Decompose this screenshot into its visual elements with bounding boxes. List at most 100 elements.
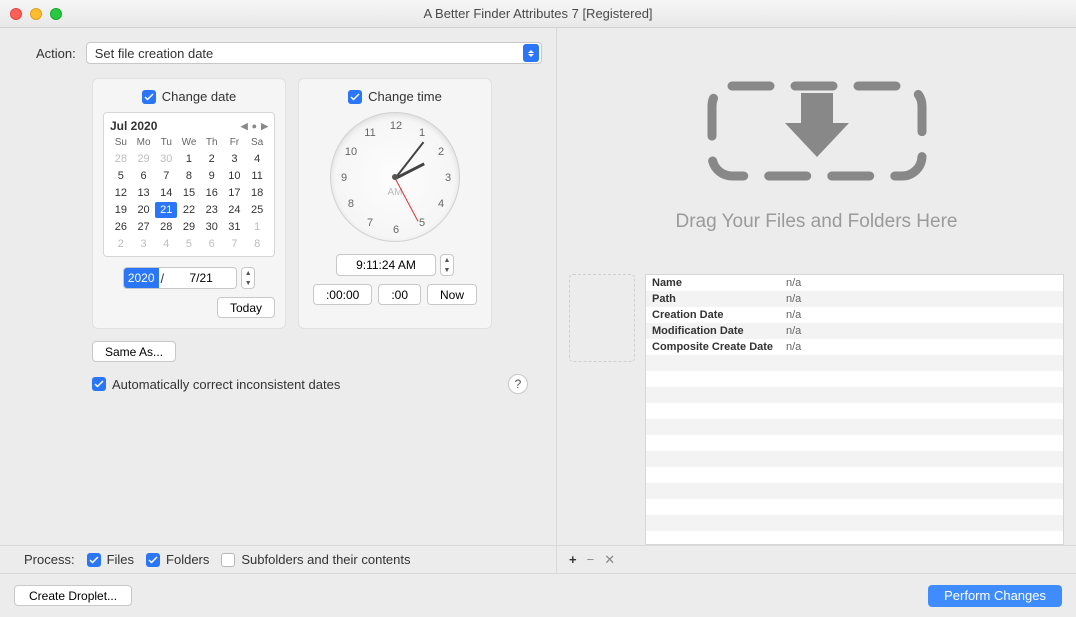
analog-clock[interactable]: AM 121234567891011	[330, 112, 460, 242]
now-button[interactable]: Now	[427, 284, 477, 305]
year-field[interactable]: 2020	[124, 268, 159, 288]
info-row-empty	[646, 451, 1063, 467]
calendar-day[interactable]: 4	[246, 151, 268, 167]
calendar-day[interactable]: 13	[133, 185, 155, 201]
change-time-checkbox[interactable]	[348, 90, 362, 104]
calendar-day[interactable]: 14	[155, 185, 177, 201]
calendar-day[interactable]: 8	[246, 236, 268, 252]
calendar-day[interactable]: 29	[178, 219, 200, 235]
action-select[interactable]: Set file creation date	[86, 42, 542, 64]
info-row-empty	[646, 355, 1063, 371]
info-row-empty	[646, 419, 1063, 435]
window-title: A Better Finder Attributes 7 [Registered…	[423, 6, 652, 21]
info-value: n/a	[786, 325, 801, 337]
info-row: Modification Daten/a	[646, 323, 1063, 339]
calendar-day[interactable]: 2	[110, 236, 132, 252]
calendar-day[interactable]: 18	[246, 185, 268, 201]
process-subfolders-checkbox[interactable]	[221, 553, 235, 567]
cal-prev-icon[interactable]: ◀	[241, 121, 248, 132]
clock-number: 10	[345, 146, 357, 158]
file-info-table: Namen/aPathn/aCreation Daten/aModificati…	[645, 274, 1064, 545]
change-date-panel: Change date Jul 2020 ◀ ● ▶ SuMoTuWeThFrS…	[92, 78, 286, 329]
close-icon[interactable]	[10, 8, 22, 20]
calendar-day[interactable]: 21	[155, 202, 177, 218]
process-files-checkbox[interactable]	[87, 553, 101, 567]
info-row-empty	[646, 483, 1063, 499]
calendar-day[interactable]: 4	[155, 236, 177, 252]
calendar-day[interactable]: 27	[133, 219, 155, 235]
calendar-day[interactable]: 8	[178, 168, 200, 184]
drop-zone[interactable]: Drag Your Files and Folders Here	[557, 28, 1076, 266]
calendar-day[interactable]: 20	[133, 202, 155, 218]
help-button[interactable]: ?	[508, 374, 528, 394]
calendar-day[interactable]: 7	[155, 168, 177, 184]
calendar-day[interactable]: 30	[201, 219, 223, 235]
date-stepper[interactable]: ▲▼	[241, 267, 255, 289]
info-key: Creation Date	[646, 309, 786, 321]
calendar-day[interactable]: 26	[110, 219, 132, 235]
file-thumbnail	[569, 274, 635, 362]
calendar-day[interactable]: 23	[201, 202, 223, 218]
clock-number: 1	[419, 127, 425, 139]
calendar-day[interactable]: 3	[133, 236, 155, 252]
calendar-day[interactable]: 16	[201, 185, 223, 201]
time-input[interactable]	[336, 254, 436, 276]
calendar-day[interactable]: 1	[246, 219, 268, 235]
calendar-day[interactable]: 29	[133, 151, 155, 167]
calendar-day[interactable]: 28	[155, 219, 177, 235]
calendar-day[interactable]: 1	[178, 151, 200, 167]
calendar-day[interactable]: 7	[224, 236, 246, 252]
remove-file-button[interactable]: −	[587, 552, 595, 567]
create-droplet-button[interactable]: Create Droplet...	[14, 585, 132, 606]
info-row-empty	[646, 435, 1063, 451]
process-folders-checkbox[interactable]	[146, 553, 160, 567]
clock-number: 11	[364, 127, 375, 139]
calendar-day[interactable]: 10	[224, 168, 246, 184]
info-value: n/a	[786, 277, 801, 289]
change-date-checkbox[interactable]	[142, 90, 156, 104]
calendar-day[interactable]: 30	[155, 151, 177, 167]
info-row-empty	[646, 387, 1063, 403]
calendar-day[interactable]: 19	[110, 202, 132, 218]
clock-number: 2	[438, 146, 444, 158]
calendar-day[interactable]: 9	[201, 168, 223, 184]
calendar-day[interactable]: 3	[224, 151, 246, 167]
perform-changes-button[interactable]: Perform Changes	[928, 585, 1062, 607]
calendar-day[interactable]: 17	[224, 185, 246, 201]
auto-correct-checkbox[interactable]	[92, 377, 106, 391]
calendar-dow: We	[178, 135, 200, 150]
calendar[interactable]: Jul 2020 ◀ ● ▶ SuMoTuWeThFrSa28293012345…	[103, 112, 275, 257]
cal-today-icon[interactable]: ●	[252, 121, 257, 132]
window-controls[interactable]	[10, 8, 62, 20]
zoom-icon[interactable]	[50, 8, 62, 20]
same-as-button[interactable]: Same As...	[92, 341, 176, 362]
info-key: Composite Create Date	[646, 341, 786, 353]
calendar-day[interactable]: 15	[178, 185, 200, 201]
clear-files-button[interactable]: ✕	[604, 552, 615, 568]
calendar-day[interactable]: 24	[224, 202, 246, 218]
calendar-day[interactable]: 6	[133, 168, 155, 184]
today-button[interactable]: Today	[217, 297, 275, 318]
zero-button[interactable]: :00	[378, 284, 421, 305]
calendar-dow: Su	[110, 135, 132, 150]
calendar-day[interactable]: 12	[110, 185, 132, 201]
calendar-day[interactable]: 28	[110, 151, 132, 167]
date-input[interactable]: 2020 /	[123, 267, 237, 289]
clock-number: 4	[438, 198, 444, 210]
add-file-button[interactable]: +	[569, 552, 577, 567]
calendar-day[interactable]: 25	[246, 202, 268, 218]
cal-next-icon[interactable]: ▶	[261, 121, 268, 132]
time-stepper[interactable]: ▲▼	[440, 254, 454, 276]
calendar-day[interactable]: 11	[246, 168, 268, 184]
calendar-day[interactable]: 5	[110, 168, 132, 184]
monthday-field[interactable]	[166, 271, 236, 285]
zero-seconds-button[interactable]: :00:00	[313, 284, 372, 305]
info-row-empty	[646, 467, 1063, 483]
calendar-day[interactable]: 2	[201, 151, 223, 167]
calendar-day[interactable]: 22	[178, 202, 200, 218]
info-value: n/a	[786, 293, 801, 305]
calendar-day[interactable]: 5	[178, 236, 200, 252]
calendar-day[interactable]: 31	[224, 219, 246, 235]
minimize-icon[interactable]	[30, 8, 42, 20]
calendar-day[interactable]: 6	[201, 236, 223, 252]
